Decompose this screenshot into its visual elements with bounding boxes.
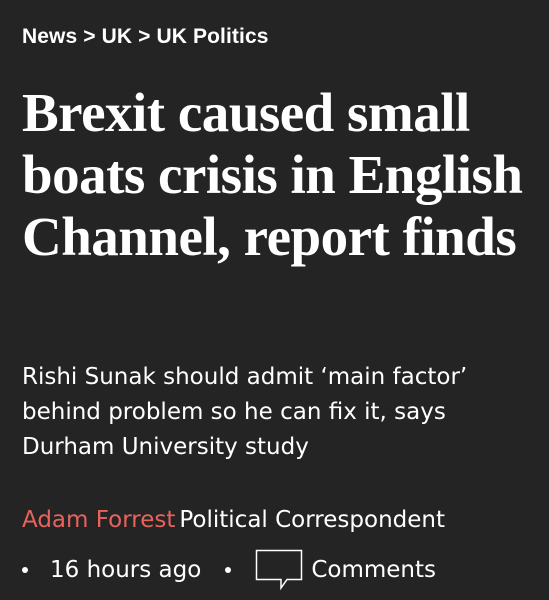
article-page: News > UK > UK Politics Brexit caused small …	[0, 0, 549, 600]
comments-button[interactable]: Comments	[255, 549, 436, 591]
publish-time: 16 hours ago	[50, 557, 202, 583]
breadcrumb-item-uk-politics[interactable]: UK Politics	[157, 25, 269, 48]
comments-label: Comments	[311, 557, 436, 583]
bullet-dot	[225, 567, 232, 573]
breadcrumb-item-news[interactable]: News	[22, 25, 77, 48]
byline: Adam Forrest Political Correspondent	[22, 504, 445, 536]
author-link[interactable]: Adam Forrest	[22, 507, 175, 533]
breadcrumb: News > UK > UK Politics	[22, 22, 269, 52]
author-role: Political Correspondent	[179, 507, 445, 533]
breadcrumb-separator: >	[83, 25, 96, 48]
breadcrumb-item-uk[interactable]: UK	[102, 25, 133, 48]
breadcrumb-separator: >	[138, 25, 151, 48]
speech-bubble-icon	[255, 549, 303, 591]
article-meta: 16 hours ago Comments	[22, 548, 436, 592]
article-headline: Brexit caused small boats crisis in Engl…	[22, 82, 523, 267]
bullet-dot	[22, 567, 28, 573]
article-standfirst: Rishi Sunak should admit ‘main factor’ b…	[22, 364, 468, 460]
